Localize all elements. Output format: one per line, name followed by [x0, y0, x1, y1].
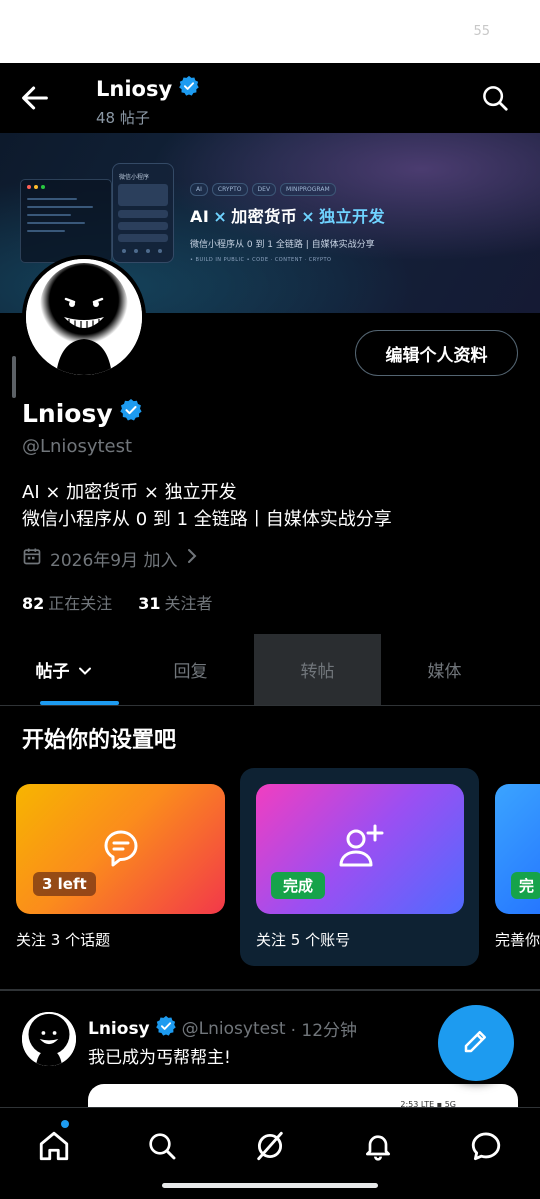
joined-date[interactable]: 2026年9月 加入: [22, 546, 199, 571]
setup-card-profile-label: 完善你: [495, 931, 540, 949]
setup-cards: 3 left 关注 3 个话题 完成 关注 5 个账号 完 完善你: [0, 768, 540, 968]
setup-card-topics[interactable]: 3 left: [16, 784, 225, 914]
profile-name-row: Lniosy: [22, 398, 143, 428]
banner-title-x: ×: [213, 207, 228, 226]
edit-profile-button[interactable]: 编辑个人资料: [355, 330, 518, 376]
banner-tags: AI CRYPTO DEV MINIPROGRAM: [190, 183, 336, 196]
tab-replies-label: 回复: [173, 662, 208, 682]
banner-phone-title: 微信小程序: [119, 174, 150, 181]
banner-tag: DEV: [251, 183, 277, 196]
joined-text: 2026年9月 加入: [50, 551, 178, 571]
banner-title-b: 加密货币: [231, 207, 298, 226]
setup-card-accounts[interactable]: 完成: [256, 784, 464, 914]
verified-icon[interactable]: [119, 398, 143, 428]
banner-subtitle: 微信小程序从 0 到 1 全链路 | 自媒体实战分享: [190, 240, 375, 250]
home-icon[interactable]: [34, 1126, 74, 1166]
banner-dots: [122, 249, 162, 253]
following-link[interactable]: 82 正在关注: [22, 590, 112, 614]
post-time: · 12分钟: [290, 1021, 358, 1041]
header-title: Lniosy: [96, 75, 200, 102]
grok-icon[interactable]: [250, 1126, 290, 1166]
followers-label: 关注者: [164, 594, 213, 613]
active-tab-indicator: [40, 701, 119, 705]
status-bar: 55: [0, 0, 540, 63]
setup-title: 开始你的设置吧: [22, 728, 177, 753]
banner-tag: CRYPTO: [211, 183, 248, 196]
banner-phone-mockup: 微信小程序: [112, 163, 174, 263]
setup-card-accounts-label: 关注 5 个账号: [256, 931, 351, 949]
chevron-right-icon: [185, 547, 199, 570]
back-arrow-icon[interactable]: [18, 81, 52, 115]
header-name: Lniosy: [96, 76, 173, 101]
banner-tag: AI: [190, 183, 208, 196]
status-bar-number: 55: [473, 24, 490, 39]
home-indicator[interactable]: [162, 1183, 378, 1188]
chat-bubble-icon: [103, 829, 139, 873]
setup-card-profile[interactable]: 完: [495, 784, 540, 914]
messages-icon[interactable]: [466, 1126, 506, 1166]
tab-replies[interactable]: 回复: [127, 634, 254, 705]
search-icon[interactable]: [480, 83, 510, 113]
verified-icon: [178, 75, 200, 102]
tab-posts[interactable]: 帖子: [0, 634, 127, 705]
banner-code-window: [20, 179, 112, 263]
profile-tabs: 帖子 回复 转帖 媒体: [0, 634, 540, 706]
tab-media-label: 媒体: [427, 662, 462, 682]
post-author-handle: @Lniosytest: [181, 1018, 286, 1039]
compose-button[interactable]: [438, 1005, 514, 1081]
post-header: Lniosy @Lniosytest · 12分钟: [88, 1015, 357, 1042]
tab-media[interactable]: 媒体: [381, 634, 508, 705]
compose-icon: [461, 1026, 491, 1060]
profile-bio-line2: 微信小程序从 0 到 1 全链路丨自媒体实战分享: [22, 509, 392, 530]
following-count: 82: [22, 594, 45, 613]
banner-title-a: AI: [190, 207, 210, 226]
followers-count: 31: [138, 594, 161, 613]
setup-card-topics-label: 关注 3 个话题: [16, 931, 111, 949]
profile-header: Lniosy 48 帖子: [0, 63, 540, 133]
setup-badge-left: 3 left: [33, 872, 96, 896]
post-author-name[interactable]: Lniosy: [88, 1019, 150, 1039]
post-text: 我已成为丐帮帮主!: [88, 1048, 231, 1068]
banner-tag: MINIPROGRAM: [280, 183, 336, 196]
tab-posts-label: 帖子: [35, 662, 70, 682]
add-user-icon: [338, 824, 384, 872]
profile-name: Lniosy: [22, 398, 113, 428]
followers-link[interactable]: 31 关注者: [138, 590, 212, 614]
banner-footer: • BUILD IN PUBLIC • CODE · CONTENT · CRY…: [190, 257, 332, 263]
scrollbar[interactable]: [12, 356, 16, 398]
bell-icon[interactable]: [358, 1126, 398, 1166]
setup-badge-done: 完成: [271, 872, 326, 899]
post-avatar[interactable]: [22, 1012, 76, 1066]
notification-dot: [61, 1120, 69, 1128]
banner-title-x: ×: [301, 207, 316, 226]
setup-badge-done: 完: [511, 872, 540, 899]
search-icon[interactable]: [142, 1126, 182, 1166]
tab-reposts[interactable]: 转帖: [254, 634, 381, 705]
chevron-down-icon: [78, 663, 92, 677]
follow-stats: 82 正在关注 31 关注者: [22, 590, 213, 614]
verified-icon: [155, 1015, 177, 1042]
divider: [0, 989, 540, 991]
tab-reposts-label: 转帖: [300, 662, 335, 682]
profile-handle: @Lniosytest: [22, 436, 133, 457]
header-post-count: 48 帖子: [96, 109, 150, 127]
banner-title-c: 独立开发: [319, 207, 386, 226]
following-label: 正在关注: [48, 594, 113, 613]
banner-title: AI × 加密货币 × 独立开发: [190, 203, 385, 227]
avatar[interactable]: [22, 255, 146, 379]
profile-bio-line1: AI × 加密货币 × 独立开发: [22, 482, 237, 503]
calendar-icon: [22, 546, 42, 571]
